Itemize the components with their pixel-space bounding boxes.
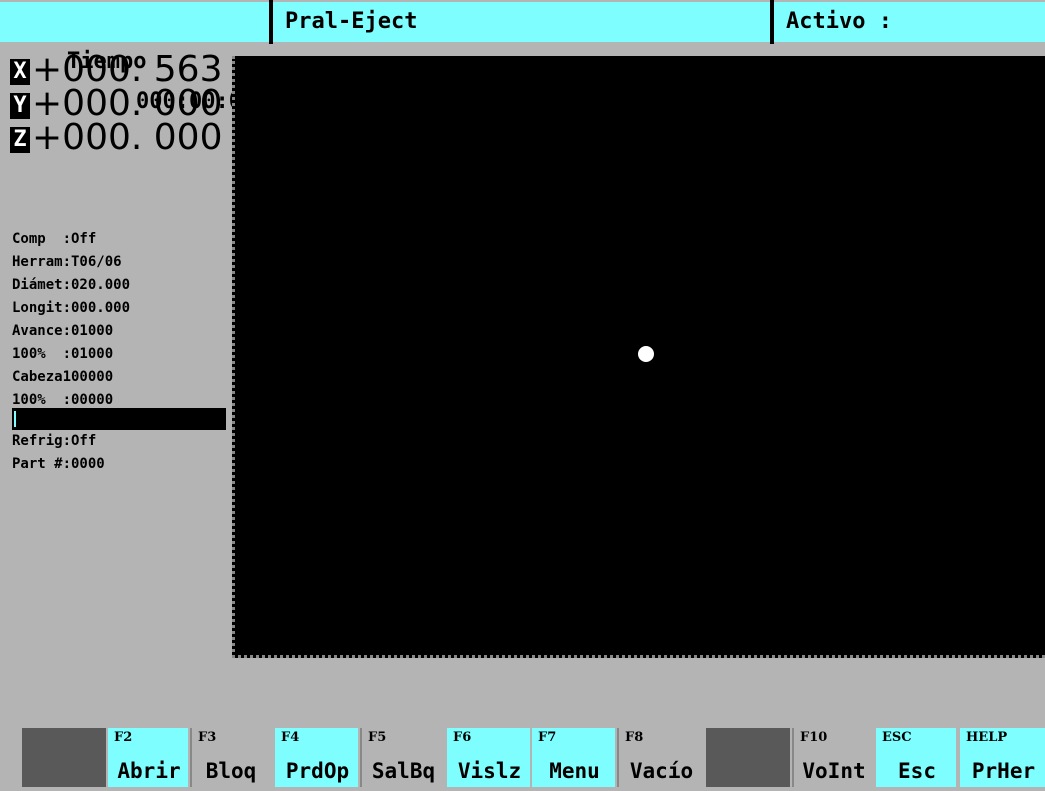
fkey-label: Menu [549, 759, 600, 783]
fkey-number: F3 [198, 730, 217, 745]
y-axis-badge: Y [10, 93, 30, 119]
fkey-f8-vacio[interactable]: F8 Vacío [617, 728, 702, 787]
fkey-help-prher[interactable]: HELP PrHer [960, 728, 1045, 787]
fkey-f6-vislz[interactable]: F6 Vislz [447, 728, 530, 787]
fkey-number: F8 [625, 730, 644, 745]
fkey-label: PrHer [971, 759, 1036, 783]
length-status: Longit:000.000 [12, 300, 131, 316]
fkey-f2-abrir[interactable]: F2 Abrir [108, 728, 188, 787]
feed-override: 100% :01000 [12, 346, 114, 362]
fkey-label: Abrir [117, 759, 181, 783]
fkey-number: F2 [114, 730, 133, 745]
fkey-esc[interactable]: ESC Esc [876, 728, 956, 787]
fkey-f10-volnt[interactable]: F10 VoInt [792, 728, 872, 787]
fkey-label: Esc [898, 759, 936, 783]
fkey-f5-salbq[interactable]: F5 SalBq [360, 728, 443, 787]
fkey-label: Vacío [629, 759, 694, 783]
fkey-number: F10 [800, 730, 828, 745]
text-cursor [14, 411, 16, 427]
input-bar[interactable] [12, 408, 226, 430]
fkey-label: Bloq [205, 759, 257, 783]
x-axis-badge: X [10, 59, 30, 85]
fkey-f7-menu[interactable]: F7 Menu [532, 728, 615, 787]
function-key-bar: F2 Abrir F3 Bloq F4 PrdOp F5 SalBq F6 Vi… [0, 728, 1045, 791]
fkey-blank-9 [706, 728, 790, 787]
tool-position-marker [638, 346, 654, 362]
tool-status: Herram:T06/06 [12, 254, 122, 270]
coolant-status: Refrig:Off [12, 433, 97, 449]
diameter-status: Diámet:020.000 [12, 277, 131, 293]
fkey-label: SalBq [371, 759, 436, 783]
z-value: +000. 000 [32, 117, 223, 158]
fkey-number: F7 [538, 730, 557, 745]
spindle-status: Cabeza100000 [12, 369, 114, 385]
fkey-number: ESC [882, 730, 912, 745]
fkey-number: F4 [281, 730, 300, 745]
z-axis-badge: Z [10, 127, 30, 153]
comp-status: Comp :Off [12, 231, 97, 247]
active-label: Activo : [774, 2, 1045, 42]
fkey-number: HELP [966, 730, 1008, 745]
fkey-f3-bloq[interactable]: F3 Bloq [190, 728, 268, 787]
fkey-f4-prdop[interactable]: F4 PrdOp [275, 728, 358, 787]
z-coordinate: Z +000. 000 [10, 120, 222, 156]
fkey-label: VoInt [802, 759, 866, 783]
part-count: Part #:0000 [12, 456, 105, 472]
machine-status-panel: Comp :Off Herram:T06/06 Diámet:020.000 L… [12, 228, 130, 412]
fkey-blank-1 [22, 728, 106, 787]
fkey-label: Vislz [457, 759, 522, 783]
graphics-viewport[interactable] [232, 56, 1045, 658]
machine-status-panel-lower: Refrig:Off Part #:0000 [12, 430, 105, 476]
program-name: Pral-Eject [273, 2, 770, 42]
fkey-number: F5 [368, 730, 387, 745]
feed-status: Avance:01000 [12, 323, 114, 339]
status-bar: Tiempo 000:00:00 Pral-Eject Activo : [0, 0, 1045, 114]
time-segment: Tiempo 000:00:00 [0, 2, 269, 114]
fkey-number: F6 [453, 730, 472, 745]
fkey-label: PrdOp [285, 759, 350, 783]
